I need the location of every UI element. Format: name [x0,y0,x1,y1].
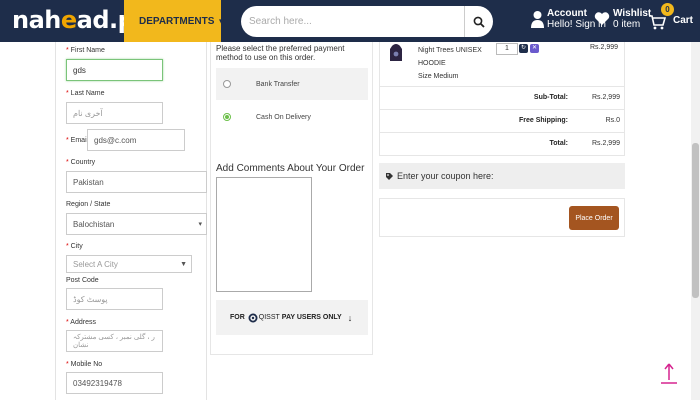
quantity-input[interactable]: 1 [496,43,518,55]
subtotal-value: Rs.2,999 [591,94,620,101]
coupon-toggle[interactable]: Enter your coupon here: [379,163,625,189]
product-info: Night Trees UNISEX HOODIE Size Medium [418,44,490,83]
mobile-field[interactable]: 03492319478 [66,372,163,394]
subtotal-label: Sub-Total: [533,94,568,101]
email-field[interactable]: gds@c.com [87,129,185,151]
wishlist-sub: 0 item [613,19,641,30]
mobile-label: * Mobile No [66,361,103,368]
qisst-users-text: PAY USERS ONLY [281,314,342,321]
city-label: * City [66,243,83,250]
qisstpay-logo-icon [248,313,258,322]
search-icon [473,16,485,28]
country-label: * Country [66,159,96,166]
refresh-icon[interactable]: ↻ [519,44,528,53]
qisst-for: FOR [230,314,245,321]
comments-textarea[interactable] [216,177,312,292]
heart-icon[interactable] [594,11,610,31]
radio-bank-transfer[interactable] [223,80,231,88]
caret-down-icon: ▼ [180,260,187,268]
site-header: nahead.pk DEPARTMENTS ▼ Account Hello! S… [0,0,700,42]
user-icon[interactable] [531,10,544,33]
radio-cash-on-delivery[interactable] [223,113,231,121]
logo-text-c: ad [76,6,110,34]
last-name-field[interactable]: آخری نام [66,102,163,124]
region-label: Region / State [66,201,111,208]
qisstpay-banner[interactable]: FOR QISST PAY USERS ONLY ↓ [216,300,368,335]
shipping-value: Rs.0 [605,117,620,124]
search-button[interactable] [464,6,493,37]
payment-option-bank[interactable]: Bank Transfer [216,68,368,100]
coupon-text: Enter your coupon here: [397,171,494,181]
region-select[interactable]: Balochistan ▾ [66,213,207,235]
last-name-label: * Last Name [66,90,105,97]
country-select[interactable]: Pakistan [66,171,207,193]
scroll-to-top-icon[interactable] [660,362,678,386]
cart-label-text: Cart [673,15,694,26]
address-field[interactable]: ر ، گلی نمبر ، کسی مشترکہ نشان [66,330,163,352]
logo-text-b: e [60,6,77,34]
qisst-brand: QISST [258,314,280,321]
wishlist-title: Wishlist [613,8,652,19]
postcode-field[interactable]: پوسٹ کوڈ [66,288,163,310]
product-price: Rs.2,999 [590,44,619,51]
payment-option-cod[interactable]: Cash On Delivery [216,101,368,133]
remove-item-icon[interactable]: ✕ [530,44,539,53]
email-label: * Email [66,137,89,144]
comments-title: Add Comments About Your Order [216,163,365,174]
bank-transfer-label: Bank Transfer [256,80,300,88]
scrollbar-thumb[interactable] [692,143,699,298]
cod-label: Cash On Delivery [256,113,311,121]
caret-down-icon: ▼ [217,16,226,26]
search-input[interactable] [241,6,463,37]
first-name-label: * First Name [66,47,105,54]
arrow-down-icon: ↓ [347,312,353,323]
address-label: * Address [66,319,96,326]
shipping-label: Free Shipping: [519,117,568,124]
logo-text-a: nah [12,6,61,34]
first-name-field[interactable]: gds [66,59,163,81]
product-thumbnail[interactable] [389,42,403,62]
place-order-button[interactable]: Place Order [569,206,619,230]
payment-note: Please select the preferred payment meth… [216,44,345,62]
region-value: Balochistan [73,219,115,229]
departments-label: DEPARTMENTS [139,15,215,27]
total-value: Rs.2,999 [591,140,620,147]
subtotal-row: Sub-Total: Rs.2,999 [380,86,624,109]
shipping-row: Free Shipping: Rs.0 [380,109,624,132]
city-select[interactable]: Select A City ▼ [66,255,192,273]
product-name[interactable]: Night Trees UNISEX HOODIE [418,44,490,70]
total-label: Total: [549,140,568,147]
wishlist-link[interactable]: Wishlist 0 item [613,8,651,30]
tag-icon [386,172,393,180]
postcode-label: Post Code [66,277,99,284]
chevron-down-icon: ▾ [198,221,202,228]
city-placeholder: Select A City [73,259,118,269]
departments-button[interactable]: DEPARTMENTS ▼ [124,0,225,42]
cart-icon[interactable] [648,12,667,35]
total-row: Total: Rs.2,999 [380,132,624,155]
search-bar [241,6,493,37]
cart-label[interactable]: Cart [673,15,693,26]
product-size: Size Medium [418,73,459,80]
